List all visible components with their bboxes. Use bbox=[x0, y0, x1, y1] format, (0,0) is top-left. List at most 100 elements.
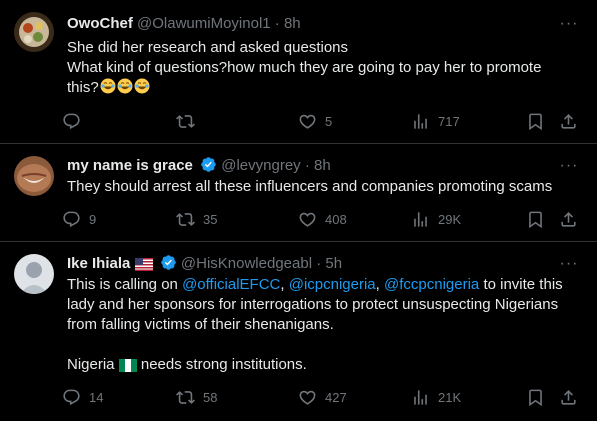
timestamp[interactable]: 8h bbox=[314, 157, 331, 174]
bookmark-button[interactable] bbox=[526, 111, 545, 131]
text-fragment: Nigeria bbox=[67, 356, 115, 373]
retweet-count: 58 bbox=[203, 389, 218, 405]
retweet-button[interactable]: 58 bbox=[176, 387, 217, 407]
joy-emoji bbox=[100, 78, 116, 94]
share-button[interactable] bbox=[559, 111, 578, 131]
like-count: 427 bbox=[325, 389, 347, 405]
retweet-button[interactable] bbox=[176, 111, 203, 131]
text-line: Nigeria needs strong institutions. bbox=[67, 355, 582, 375]
tweet-header: Ike Ihiala @HisKnowledgeabl · 5h bbox=[67, 254, 342, 274]
user-handle[interactable]: @OlawumiMoyinol1 bbox=[137, 15, 271, 32]
timestamp[interactable]: 5h bbox=[325, 255, 342, 272]
retweet-icon bbox=[176, 114, 195, 128]
share-button[interactable] bbox=[559, 209, 578, 229]
retweet-icon bbox=[176, 212, 195, 226]
us-flag-icon bbox=[134, 258, 153, 271]
reply-icon bbox=[63, 389, 80, 405]
verified-badge-icon bbox=[160, 255, 176, 270]
text-fragment: to invite this bbox=[479, 276, 563, 293]
mention-link-icpc[interactable]: @icpcnigeria bbox=[289, 276, 376, 293]
retweet-count: 35 bbox=[203, 211, 218, 227]
text-line: They should arrest all these influencers… bbox=[67, 178, 553, 195]
tweet-text: They should arrest all these influencers… bbox=[67, 177, 582, 197]
mention-link-fccpc[interactable]: @fccpcnigeria bbox=[384, 276, 479, 293]
reply-button[interactable]: 9 bbox=[62, 209, 96, 229]
more-options-icon[interactable]: ··· bbox=[559, 14, 579, 34]
avatar[interactable] bbox=[14, 156, 54, 196]
text-line: What kind of questions?how much they are… bbox=[67, 59, 542, 76]
share-icon bbox=[561, 211, 576, 227]
avatar[interactable] bbox=[14, 254, 54, 294]
nigeria-flag-icon bbox=[118, 359, 137, 372]
share-icon bbox=[561, 113, 576, 129]
like-button[interactable]: 408 bbox=[298, 209, 347, 229]
text-fragment: , bbox=[280, 276, 289, 293]
text-line: She did her research and asked questions bbox=[67, 39, 349, 56]
separator-dot: · bbox=[316, 255, 322, 272]
views-button[interactable]: 21K bbox=[411, 387, 461, 407]
like-count: 5 bbox=[325, 113, 333, 129]
retweet-button[interactable]: 35 bbox=[176, 209, 217, 229]
reply-icon bbox=[63, 113, 80, 129]
view-count: 29K bbox=[438, 211, 462, 227]
tweet-text: She did her research and asked questions… bbox=[67, 38, 582, 98]
verified-badge-icon bbox=[201, 157, 216, 172]
views-button[interactable]: 717 bbox=[411, 111, 460, 131]
view-count: 717 bbox=[438, 113, 460, 129]
heart-icon bbox=[299, 212, 316, 227]
bookmark-button[interactable] bbox=[526, 387, 545, 407]
like-button[interactable]: 5 bbox=[298, 111, 332, 131]
heart-icon bbox=[299, 390, 316, 405]
tweet-grace[interactable]: my name is grace @levyngrey · 8h ··· The… bbox=[0, 144, 597, 242]
text-line: from falling victims of their shenanigan… bbox=[67, 316, 334, 333]
tweet-actions: 5 717 bbox=[62, 111, 592, 131]
text-fragment: This is calling on bbox=[67, 276, 183, 293]
text-fragment: needs strong institutions. bbox=[136, 356, 307, 373]
text-line: lady and her sponsors for interrogations… bbox=[67, 296, 559, 313]
views-chart-icon bbox=[414, 211, 427, 227]
bookmark-icon bbox=[529, 211, 542, 228]
views-button[interactable]: 29K bbox=[411, 209, 461, 229]
bookmark-icon bbox=[529, 389, 542, 406]
like-button[interactable]: 427 bbox=[298, 387, 347, 407]
reply-thread: OwoChef @OlawumiMoyinol1 · 8h ··· She di… bbox=[0, 0, 597, 421]
avatar[interactable] bbox=[14, 12, 54, 52]
text-line: This is calling on @officialEFCC, @icpcn… bbox=[67, 275, 582, 295]
tweet-actions: 9 35 408 29K bbox=[62, 209, 592, 229]
view-count: 21K bbox=[438, 389, 462, 405]
text-line: this? bbox=[67, 78, 582, 98]
tweet-text: This is calling on @officialEFCC, @icpcn… bbox=[67, 275, 582, 375]
display-name[interactable]: Ike Ihiala bbox=[67, 255, 130, 272]
mention-link-efcc[interactable]: @officialEFCC bbox=[182, 276, 280, 293]
user-handle[interactable]: @HisKnowledgeabl bbox=[181, 255, 312, 272]
text-fragment: this? bbox=[67, 79, 99, 96]
bookmark-icon bbox=[529, 113, 542, 130]
separator-dot: · bbox=[304, 157, 310, 174]
reply-button[interactable] bbox=[62, 111, 89, 131]
display-name[interactable]: my name is grace bbox=[67, 157, 193, 174]
reply-count: 14 bbox=[89, 389, 104, 405]
separator-dot: · bbox=[274, 15, 280, 32]
reply-button[interactable]: 14 bbox=[62, 387, 103, 407]
share-icon bbox=[561, 389, 576, 405]
display-name[interactable]: OwoChef bbox=[67, 15, 133, 32]
user-handle[interactable]: @levyngrey bbox=[221, 157, 300, 174]
bookmark-button[interactable] bbox=[526, 209, 545, 229]
tweet-header: OwoChef @OlawumiMoyinol1 · 8h bbox=[67, 14, 301, 34]
retweet-icon bbox=[176, 390, 195, 404]
tweet-ike[interactable]: Ike Ihiala @HisKnowledgeabl · 5h ··· Thi… bbox=[0, 242, 597, 421]
more-options-icon[interactable]: ··· bbox=[559, 254, 579, 274]
tweet-actions: 14 58 427 21K bbox=[62, 387, 592, 407]
timestamp[interactable]: 8h bbox=[284, 15, 301, 32]
tweet-header: my name is grace @levyngrey · 8h bbox=[67, 156, 331, 176]
like-count: 408 bbox=[325, 211, 347, 227]
more-options-icon[interactable]: ··· bbox=[559, 156, 579, 176]
tweet-owochef[interactable]: OwoChef @OlawumiMoyinol1 · 8h ··· She di… bbox=[0, 0, 597, 144]
views-chart-icon bbox=[414, 389, 427, 405]
share-button[interactable] bbox=[559, 387, 578, 407]
reply-count: 9 bbox=[89, 211, 97, 227]
text-fragment: , bbox=[375, 276, 384, 293]
views-chart-icon bbox=[414, 113, 427, 129]
reply-icon bbox=[63, 211, 80, 227]
